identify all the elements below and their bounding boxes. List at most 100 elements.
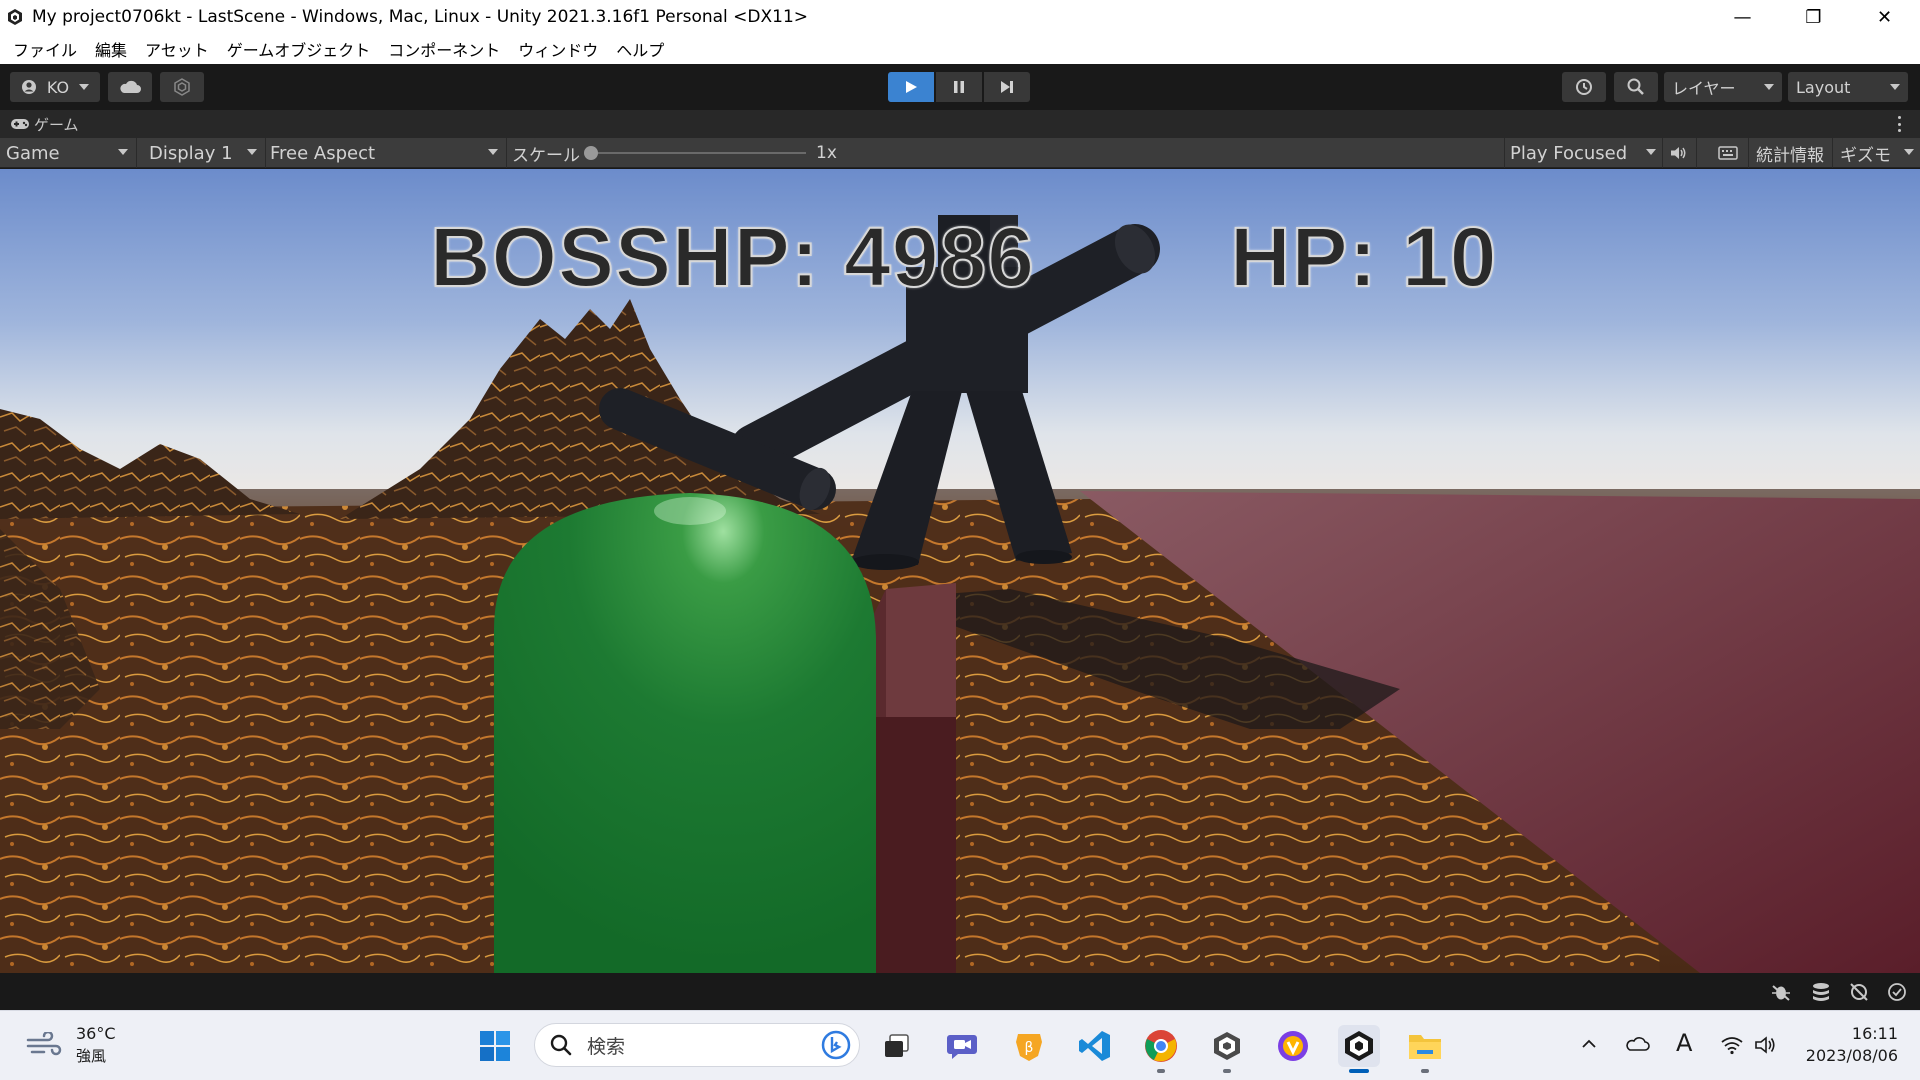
search-icon (550, 1034, 572, 1056)
system-clock[interactable]: 16:11 2023/08/06 (1806, 1023, 1898, 1067)
running-indicator (1421, 1069, 1429, 1073)
cloud-button[interactable] (108, 72, 152, 102)
shortcuts-button[interactable] (1710, 138, 1746, 168)
view-mode-label: Game (6, 142, 60, 164)
chevron-down-icon (118, 149, 128, 155)
history-button[interactable] (1562, 72, 1606, 102)
weather-widget[interactable]: 36°C 強風 (26, 1023, 116, 1067)
chevron-down-icon (1890, 84, 1900, 90)
chevron-up-icon[interactable] (1580, 1035, 1598, 1053)
divider (1696, 138, 1697, 168)
onedrive-icon[interactable] (1624, 1035, 1650, 1053)
layout-dropdown[interactable]: Layout (1788, 72, 1908, 102)
start-icon (480, 1031, 510, 1061)
start-button[interactable] (474, 1025, 516, 1067)
minimize-button[interactable]: — (1707, 0, 1778, 34)
weather-temp: 36°C (76, 1024, 116, 1043)
active-indicator (1349, 1069, 1369, 1073)
view-mode-dropdown[interactable]: Game (0, 138, 134, 168)
keyboard-icon (1718, 146, 1738, 160)
scale-slider-track[interactable] (584, 146, 806, 160)
ime-indicator[interactable]: A (1676, 1029, 1692, 1057)
account-dropdown[interactable]: KO (10, 72, 100, 102)
divider (1662, 138, 1663, 168)
wind-icon (26, 1032, 62, 1056)
game-tab-header: ゲーム (0, 110, 1920, 138)
search-button[interactable] (1614, 72, 1658, 102)
volume-icon[interactable] (1754, 1035, 1778, 1055)
unity-hub-app[interactable] (1206, 1025, 1248, 1073)
unity-app[interactable] (1338, 1025, 1380, 1073)
display-dropdown[interactable]: Display 1 (143, 138, 263, 168)
divider (1748, 138, 1749, 168)
chrome-app[interactable] (1140, 1025, 1182, 1073)
gizmos-dropdown[interactable]: ギズモ (1834, 138, 1920, 168)
weather-condition: 強風 (76, 1047, 107, 1065)
aspect-label: Free Aspect (270, 142, 376, 164)
menu-assets[interactable]: アセット (136, 37, 218, 61)
chrome-icon (1145, 1030, 1177, 1062)
clock-date: 2023/08/06 (1805, 1046, 1898, 1065)
task-view-button[interactable] (876, 1025, 918, 1067)
gizmos-label: ギズモ (1840, 145, 1891, 166)
play-mode-label: Play Focused (1510, 142, 1628, 164)
stats-button[interactable]: 統計情報 (1750, 138, 1832, 168)
mute-audio-button[interactable] (1664, 138, 1694, 168)
chevron-down-icon (488, 149, 498, 155)
boss-hp-text: BOSSHP: 4986 (429, 209, 1035, 305)
chevron-down-icon (1646, 149, 1656, 155)
maximize-button[interactable]: ❐ (1778, 0, 1849, 34)
step-button[interactable] (984, 72, 1030, 102)
close-button[interactable]: ✕ (1849, 0, 1920, 34)
cloud-icon (120, 80, 141, 93)
play-button[interactable] (888, 72, 934, 102)
play-mode-dropdown[interactable]: Play Focused (1504, 138, 1662, 168)
running-indicator (1157, 1069, 1165, 1073)
chevron-down-icon (79, 84, 90, 90)
game-viewport[interactable]: BOSSHP: 4986 HP: 10 (0, 169, 1920, 973)
aspect-dropdown[interactable]: Free Aspect (264, 138, 504, 168)
bug-icon[interactable] (1770, 982, 1792, 1002)
search-placeholder: 検索 (587, 1035, 626, 1058)
tab-game[interactable]: ゲーム (10, 114, 79, 135)
brave-app[interactable]: β (1008, 1025, 1050, 1067)
more-options-icon[interactable] (1898, 116, 1902, 132)
tab-game-label: ゲーム (34, 115, 79, 134)
layout-label: Layout (1796, 77, 1851, 97)
file-explorer-app[interactable] (1404, 1025, 1446, 1073)
chevron-down-icon (247, 149, 257, 155)
menu-gameobject[interactable]: ゲームオブジェクト (218, 37, 380, 61)
layers-dropdown[interactable]: レイヤー (1664, 72, 1782, 102)
meet-app[interactable] (942, 1025, 984, 1067)
menu-file[interactable]: ファイル (4, 37, 86, 61)
display-label: Display 1 (149, 142, 233, 164)
search-icon (1627, 78, 1644, 95)
bing-icon[interactable] (821, 1030, 851, 1060)
layers-label: レイヤー (1672, 79, 1736, 98)
progress-check-icon[interactable] (1886, 982, 1908, 1002)
vscode-app[interactable] (1074, 1025, 1116, 1067)
clock-time: 16:11 (1851, 1024, 1898, 1043)
svg-text:β: β (1025, 1040, 1034, 1056)
pause-button[interactable] (936, 72, 982, 102)
vscode-icon (1079, 1031, 1110, 1061)
main-toolbar: KO レイヤー Layout (0, 64, 1920, 110)
player-hp-text: HP: 10 (1229, 209, 1498, 305)
scale-slider-thumb[interactable] (584, 146, 598, 160)
file-explorer-icon (1409, 1035, 1441, 1059)
window-title-bar: My project0706kt - LastScene - Windows, … (0, 0, 1920, 34)
menu-window[interactable]: ウィンドウ (509, 37, 607, 61)
cache-server-icon[interactable] (1810, 982, 1832, 1002)
account-icon (21, 80, 36, 94)
wifi-icon[interactable] (1720, 1035, 1744, 1055)
step-icon (1001, 81, 1013, 93)
taskbar-search[interactable]: 検索 (534, 1023, 860, 1067)
vpn-app[interactable] (1272, 1025, 1314, 1067)
collab-button[interactable] (160, 72, 204, 102)
chevron-down-icon (1904, 149, 1914, 155)
auto-gen-lighting-icon[interactable] (1848, 982, 1870, 1002)
menu-edit[interactable]: 編集 (86, 37, 136, 61)
menu-help[interactable]: ヘルプ (607, 37, 673, 61)
window-title: My project0706kt - LastScene - Windows, … (32, 7, 809, 27)
menu-component[interactable]: コンポーネント (379, 37, 509, 61)
